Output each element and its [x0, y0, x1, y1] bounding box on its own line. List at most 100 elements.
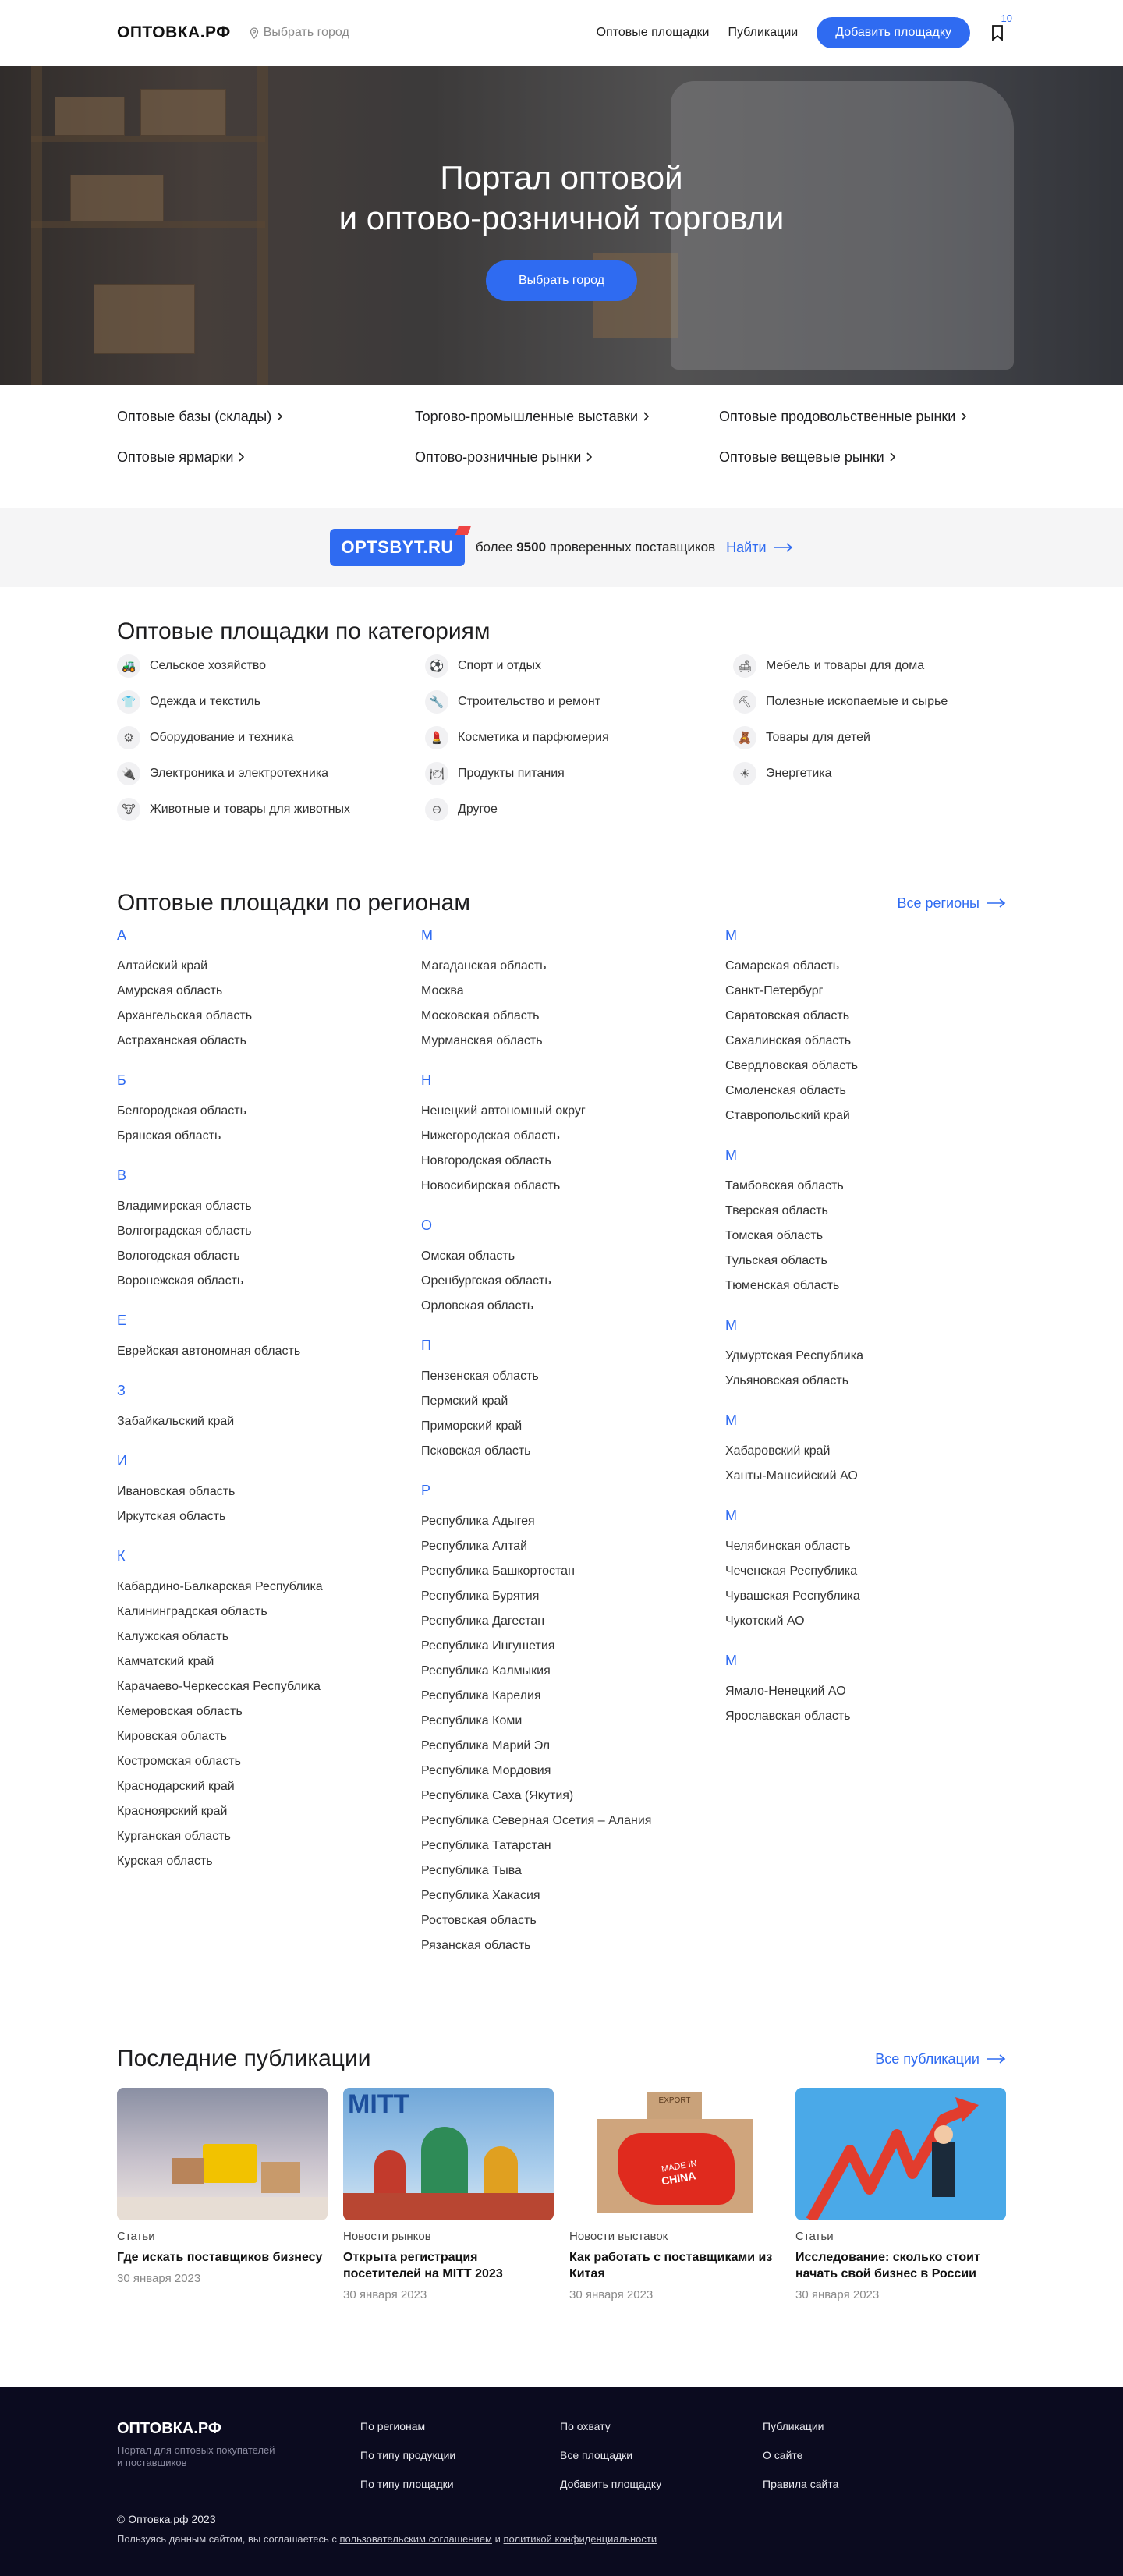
footer-link-by-region[interactable]: По регионам — [360, 2420, 560, 2449]
region-link[interactable]: Республика Северная Осетия – Алания — [421, 1809, 725, 1834]
publication-card[interactable]: MITT Новости рынков Открыта регистрация … — [343, 2088, 554, 2301]
category-item[interactable]: 💄 Косметика и парфюмерия — [425, 726, 733, 749]
region-link[interactable]: Чукотский АО — [725, 1609, 1006, 1634]
footer-link-rules[interactable]: Правила сайта — [763, 2478, 997, 2507]
region-link[interactable]: Тверская область — [725, 1199, 1006, 1224]
nav-wholesale-platforms[interactable]: Оптовые площадки — [597, 26, 710, 40]
optsbyt-logo[interactable]: OPTSBYT.RU — [330, 529, 465, 566]
region-link[interactable]: Санкт-Петербург — [725, 979, 1006, 1004]
region-link[interactable]: Калужская область — [117, 1625, 421, 1649]
region-link[interactable]: Еврейская автономная область — [117, 1339, 421, 1364]
region-link[interactable]: Республика Тыва — [421, 1858, 725, 1883]
region-link[interactable]: Калининградская область — [117, 1600, 421, 1625]
category-item[interactable]: 🔌 Электроника и электротехника — [117, 762, 425, 785]
region-link[interactable]: Сахалинская область — [725, 1029, 1006, 1054]
region-link[interactable]: Новосибирская область — [421, 1174, 725, 1199]
region-link[interactable]: Республика Мордовия — [421, 1759, 725, 1784]
region-link[interactable]: Республика Адыгея — [421, 1509, 725, 1534]
user-agreement-link[interactable]: пользовательским соглашением — [340, 2533, 492, 2545]
region-link[interactable]: Республика Бурятия — [421, 1584, 725, 1609]
region-link[interactable]: Оренбургская область — [421, 1269, 725, 1294]
region-link[interactable]: Новгородская область — [421, 1149, 725, 1174]
region-link[interactable]: Камчатский край — [117, 1649, 421, 1674]
region-link[interactable]: Хабаровский край — [725, 1439, 1006, 1464]
region-link[interactable]: Челябинская область — [725, 1534, 1006, 1559]
choose-city-button[interactable]: Выбрать город — [485, 260, 638, 301]
region-link[interactable]: Республика Марий Эл — [421, 1734, 725, 1759]
region-link[interactable]: Омская область — [421, 1244, 725, 1269]
region-link[interactable]: Курская область — [117, 1849, 421, 1874]
region-link[interactable]: Свердловская область — [725, 1054, 1006, 1079]
region-link[interactable]: Ставропольский край — [725, 1104, 1006, 1129]
region-link[interactable]: Саратовская область — [725, 1004, 1006, 1029]
quick-link[interactable]: Торгово-промышленные выставки — [415, 409, 719, 425]
region-link[interactable]: Архангельская область — [117, 1004, 421, 1029]
privacy-policy-link[interactable]: политикой конфиденциальности — [504, 2533, 657, 2545]
region-link[interactable]: Ярославская область — [725, 1704, 1006, 1729]
category-item[interactable]: ⊖ Другое — [425, 798, 733, 821]
quick-link[interactable]: Оптовые базы (склады) — [117, 409, 415, 425]
quick-link[interactable]: Оптовые продовольственные рынки — [719, 409, 1006, 425]
footer-link-add-platform[interactable]: Добавить площадку — [560, 2478, 763, 2507]
region-link[interactable]: Пермский край — [421, 1389, 725, 1414]
all-publications-link[interactable]: Все публикации — [875, 2051, 1006, 2068]
region-link[interactable]: Самарская область — [725, 954, 1006, 979]
bookmarks-button[interactable]: 10 — [989, 12, 1012, 44]
category-item[interactable]: 🐮 Животные и товары для животных — [117, 798, 425, 821]
region-link[interactable]: Ульяновская область — [725, 1369, 1006, 1394]
region-link[interactable]: Чувашская Республика — [725, 1584, 1006, 1609]
region-link[interactable]: Республика Башкортостан — [421, 1559, 725, 1584]
region-link[interactable]: Приморский край — [421, 1414, 725, 1439]
region-link[interactable]: Карачаево-Черкесская Республика — [117, 1674, 421, 1699]
footer-link-by-product[interactable]: По типу продукции — [360, 2449, 560, 2478]
region-link[interactable]: Воронежская область — [117, 1269, 421, 1294]
region-link[interactable]: Кемеровская область — [117, 1699, 421, 1724]
footer-link-publications[interactable]: Публикации — [763, 2420, 997, 2449]
footer-link-by-platform[interactable]: По типу площадки — [360, 2478, 560, 2507]
region-link[interactable]: Республика Ингушетия — [421, 1634, 725, 1659]
region-link[interactable]: Кировская область — [117, 1724, 421, 1749]
region-link[interactable]: Амурская область — [117, 979, 421, 1004]
category-item[interactable]: ⛏ Полезные ископаемые и сырье — [733, 690, 1006, 714]
category-item[interactable]: ⚙ Оборудование и техника — [117, 726, 425, 749]
region-link[interactable]: Ивановская область — [117, 1479, 421, 1504]
region-link[interactable]: Мурманская область — [421, 1029, 725, 1054]
add-platform-button[interactable]: Добавить площадку — [817, 17, 970, 48]
region-link[interactable]: Республика Саха (Якутия) — [421, 1784, 725, 1809]
publication-card[interactable]: Статьи Исследование: сколько стоит начат… — [795, 2088, 1006, 2301]
category-item[interactable]: 🚜 Сельское хозяйство — [117, 654, 425, 678]
region-link[interactable]: Рязанская область — [421, 1933, 725, 1958]
region-link[interactable]: Кабардино-Балкарская Республика — [117, 1575, 421, 1600]
region-link[interactable]: Нижегородская область — [421, 1124, 725, 1149]
region-link[interactable]: Ямало-Ненецкий АО — [725, 1679, 1006, 1704]
region-link[interactable]: Ненецкий автономный округ — [421, 1099, 725, 1124]
region-link[interactable]: Тамбовская область — [725, 1174, 1006, 1199]
find-suppliers-link[interactable]: Найти — [726, 540, 792, 556]
region-link[interactable]: Псковская область — [421, 1439, 725, 1464]
region-link[interactable]: Астраханская область — [117, 1029, 421, 1054]
footer-link-about[interactable]: О сайте — [763, 2449, 997, 2478]
region-link[interactable]: Костромская область — [117, 1749, 421, 1774]
region-link[interactable]: Тульская область — [725, 1249, 1006, 1274]
region-link[interactable]: Ростовская область — [421, 1908, 725, 1933]
region-link[interactable]: Пензенская область — [421, 1364, 725, 1389]
publication-card[interactable]: EXPORT MADE IN CHINA Новости выставок Ка… — [569, 2088, 780, 2301]
region-link[interactable]: Московская область — [421, 1004, 725, 1029]
nav-publications[interactable]: Публикации — [728, 26, 799, 40]
category-item[interactable]: 🧸 Товары для детей — [733, 726, 1006, 749]
region-link[interactable]: Томская область — [725, 1224, 1006, 1249]
region-link[interactable]: Республика Татарстан — [421, 1834, 725, 1858]
region-link[interactable]: Владимирская область — [117, 1194, 421, 1219]
footer-link-by-coverage[interactable]: По охвату — [560, 2420, 763, 2449]
region-link[interactable]: Забайкальский край — [117, 1409, 421, 1434]
region-link[interactable]: Смоленская область — [725, 1079, 1006, 1104]
region-link[interactable]: Алтайский край — [117, 954, 421, 979]
category-item[interactable]: 👕 Одежда и текстиль — [117, 690, 425, 714]
region-link[interactable]: Республика Алтай — [421, 1534, 725, 1559]
region-link[interactable]: Волгоградская область — [117, 1219, 421, 1244]
region-link[interactable]: Республика Коми — [421, 1709, 725, 1734]
region-link[interactable]: Магаданская область — [421, 954, 725, 979]
region-link[interactable]: Республика Карелия — [421, 1684, 725, 1709]
category-item[interactable]: ☀ Энергетика — [733, 762, 1006, 785]
region-link[interactable]: Ханты-Мансийский АО — [725, 1464, 1006, 1489]
